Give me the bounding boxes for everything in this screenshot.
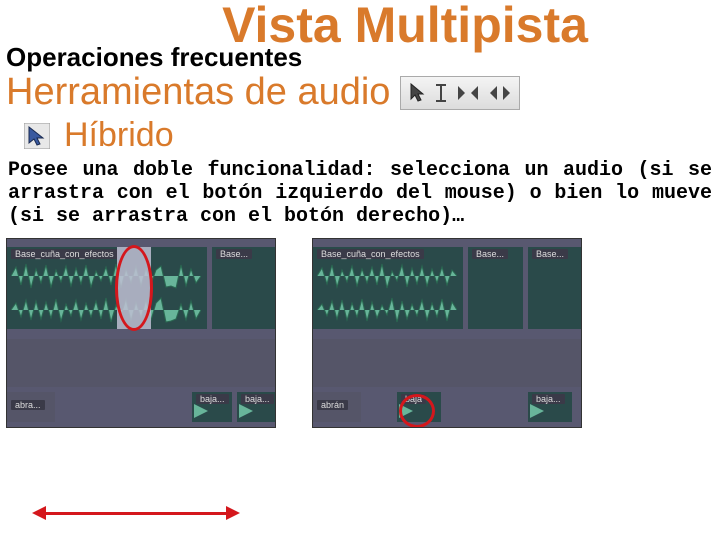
clip-label: Base... [472,249,508,259]
clip-label: baja... [196,394,229,404]
clip-label: Base... [532,249,568,259]
annotation-circle [115,245,153,331]
tool-name: Híbrido [64,116,174,155]
screenshot-row: Base_cuña_con_efectos Base... abra... ba… [6,238,720,428]
section-heading: Herramientas de audio [6,71,390,114]
clip-label: baja... [532,394,565,404]
tool-strip [400,76,520,110]
arrow-right-head [226,506,240,520]
screenshot-selection: Base_cuña_con_efectos Base... abra... ba… [6,238,276,428]
ibeam-icon [434,82,448,104]
clip-label: abrán [317,400,348,410]
move-out-icon [488,82,512,104]
hybrid-tool-icon [24,123,50,149]
annotation-circle [399,394,435,428]
arrow-left-head [32,506,46,520]
screenshot-move: Base_cuña_con_efectos Base... Base... ab… [312,238,582,428]
tool-description: Posee una doble funcionalidad: seleccion… [8,159,712,228]
move-in-icon [456,82,480,104]
annotation-arrow [46,512,226,515]
clip-label: Base... [216,249,252,259]
clip-label: Base_cuña_con_efectos [11,249,118,259]
cursor-icon [408,82,426,104]
clip-label: baja... [241,394,274,404]
clip-label: abra... [11,400,45,410]
clip-label: Base_cuña_con_efectos [317,249,424,259]
